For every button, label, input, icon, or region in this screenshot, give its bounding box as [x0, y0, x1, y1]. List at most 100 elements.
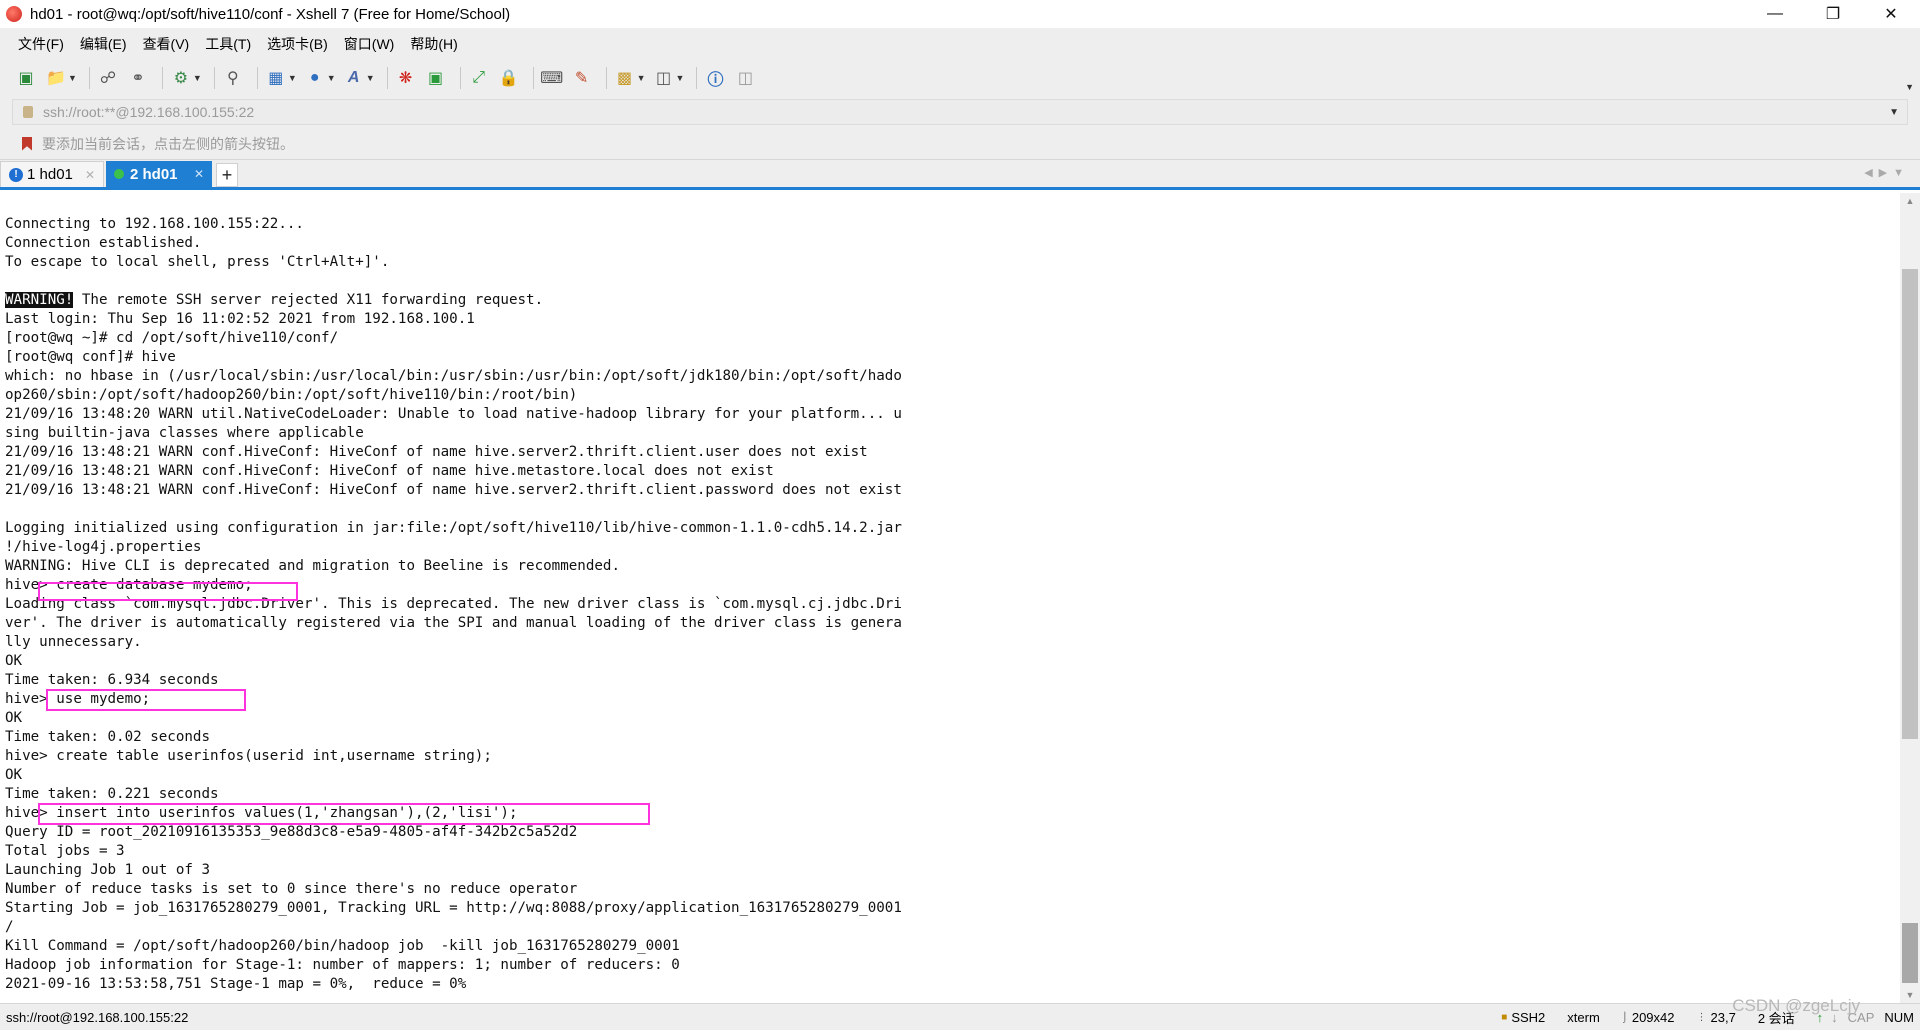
status-bar: ssh://root@192.168.100.155:22 ■ SSH2 xter… [0, 1003, 1920, 1030]
font-dropdown-icon[interactable]: ▼ [366, 73, 375, 83]
terminal-line: Last login: Thu Sep 16 11:02:52 2021 fro… [5, 311, 475, 327]
tab-name: hd01 [39, 166, 73, 183]
toolbar-divider [696, 67, 698, 89]
terminal-line: 21/09/16 13:48:21 WARN conf.HiveConf: Hi… [5, 444, 868, 460]
bookmark-icon[interactable] [22, 136, 32, 151]
status-cursor: ⋮ 23,7 [1697, 1010, 1736, 1025]
minimize-icon: — [1767, 5, 1783, 22]
disconnect-icon[interactable]: ⚭ [126, 66, 150, 90]
tab-hd01-2[interactable]: 2 hd01 ✕ [106, 161, 212, 187]
properties-icon[interactable]: ⚙ [169, 66, 193, 90]
terminal-line: sing builtin-java classes where applicab… [5, 425, 364, 441]
terminal-line: 21/09/16 13:48:21 WARN conf.HiveConf: Hi… [5, 463, 774, 479]
menu-edit[interactable]: 编辑(E) [72, 34, 135, 54]
tab-label: 2 hd01 [130, 166, 194, 183]
menu-help[interactable]: 帮助(H) [402, 34, 465, 54]
cursor-icon: ⋮ [1696, 1011, 1707, 1023]
toolbar-divider [532, 67, 534, 89]
highlight-use-mydemo [46, 689, 246, 711]
toolbar-divider [161, 67, 163, 89]
add-tab-dropdown-icon[interactable]: ▼ [637, 73, 646, 83]
layout-dropdown-icon[interactable]: ▼ [676, 73, 685, 83]
size-icon: ⌡ [1621, 1011, 1628, 1023]
menu-window[interactable]: 窗口(W) [336, 34, 403, 54]
terminal-line: Total jobs = 3 [5, 843, 125, 859]
help-icon[interactable]: ⓘ [703, 66, 727, 90]
chat-icon[interactable]: ◫ [733, 66, 757, 90]
warning-tag: WARNING! [5, 292, 74, 308]
fullscreen-icon[interactable]: ⤢ [467, 66, 491, 90]
terminal-line: op260/sbin:/opt/soft/hadoop260/bin:/opt/… [5, 387, 578, 403]
menu-tools[interactable]: 工具(T) [197, 34, 259, 54]
menu-view[interactable]: 查看(V) [135, 34, 198, 54]
toolbar: ▣ 📁 ▼ ☍ ⚭ ⚙ ▼ ⚲ ▦ ▼ ● ▼ A ▼ ❋ ▣ ⤢ 🔒 ⌨ ✎ … [0, 60, 1920, 96]
toolbar-divider [386, 67, 388, 89]
status-num: NUM [1884, 1009, 1914, 1025]
status-protocol: ■ SSH2 [1501, 1010, 1545, 1025]
highlight-insert-into [38, 803, 650, 825]
xshell-logo-icon [6, 6, 22, 22]
minimize-button[interactable]: — [1746, 0, 1804, 28]
terminal-line: Kill Command = /opt/soft/hadoop260/bin/h… [5, 938, 680, 954]
lock-icon [23, 106, 33, 118]
terminal-line: Launching Job 1 out of 3 [5, 862, 210, 878]
tab-number: 1 [27, 166, 36, 183]
new-session-icon[interactable]: ▣ [14, 66, 38, 90]
open-dropdown-icon[interactable]: ▼ [68, 73, 77, 83]
font-icon[interactable]: A [342, 66, 366, 90]
terminal-line: 21/09/16 13:48:20 WARN util.NativeCodeLo… [5, 406, 902, 422]
xshell-icon[interactable]: ❋ [394, 66, 418, 90]
restore-button[interactable]: ❐ [1804, 0, 1862, 28]
add-tab-icon[interactable]: ▩ [613, 66, 637, 90]
terminal-line: lly unnecessary. [5, 634, 142, 650]
scrollbar-thumb[interactable] [1902, 269, 1918, 739]
globe-dropdown-icon[interactable]: ▼ [327, 73, 336, 83]
terminal-line: WARNING: Hive CLI is deprecated and migr… [5, 558, 620, 574]
terminal-line: OK [5, 653, 23, 669]
transfer-dropdown-icon[interactable]: ▼ [288, 73, 297, 83]
scroll-up-icon[interactable]: ▲ [1900, 193, 1920, 209]
alert-icon: ! [9, 167, 23, 182]
toolbar-divider [605, 67, 607, 89]
close-button[interactable]: ✕ [1862, 0, 1920, 28]
tab-hd01-1[interactable]: ! 1 hd01 ✕ [0, 161, 104, 187]
address-value[interactable]: ssh://root:**@192.168.100.155:22 [43, 104, 1889, 120]
keyboard-icon[interactable]: ⌨ [540, 66, 564, 90]
terminal-line: 2021-09-16 13:53:58,751 Stage-1 map = 0%… [5, 976, 467, 992]
plus-icon: + [221, 164, 233, 185]
close-tab-icon[interactable]: ✕ [194, 167, 204, 181]
lock-icon[interactable]: 🔒 [497, 66, 521, 90]
protocol-lock-icon: ■ [1501, 1011, 1508, 1023]
address-dropdown-icon[interactable]: ▼ [1889, 107, 1899, 118]
tab-scroll-icons[interactable]: ◀▶▼ [1864, 166, 1910, 179]
close-tab-icon[interactable]: ✕ [85, 168, 95, 182]
toolbar-divider [88, 67, 90, 89]
connected-status-icon [114, 169, 124, 179]
terminal-line: ver'. The driver is automatically regist… [5, 615, 902, 631]
status-connection: ssh://root@192.168.100.155:22 [6, 1009, 189, 1025]
new-tab-button[interactable]: + [216, 163, 238, 187]
properties-dropdown-icon[interactable]: ▼ [193, 73, 202, 83]
toolbar-overflow-icon[interactable]: ▼ [1905, 82, 1914, 92]
xftp-icon[interactable]: ▣ [424, 66, 448, 90]
terminal-output[interactable]: Connecting to 192.168.100.155:22... Conne… [0, 193, 1900, 1003]
terminal-line: / [5, 919, 14, 935]
scroll-down-icon[interactable]: ▼ [1900, 987, 1920, 1003]
terminal-lines: Connecting to 192.168.100.155:22... Conne… [5, 215, 1900, 994]
transfer-icon[interactable]: ▦ [264, 66, 288, 90]
highlight-icon[interactable]: ✎ [570, 66, 594, 90]
terminal-scrollbar[interactable]: ▲ ▼ [1900, 193, 1920, 1003]
menu-tab[interactable]: 选项卡(B) [259, 34, 336, 54]
layout-icon[interactable]: ◫ [652, 66, 676, 90]
tab-bar: ! 1 hd01 ✕ 2 hd01 ✕ + ◀▶▼ [0, 160, 1920, 190]
terminal-line: which: no hbase in (/usr/local/sbin:/usr… [5, 368, 902, 384]
find-icon[interactable]: ⚲ [221, 66, 245, 90]
address-field[interactable]: ssh://root:**@192.168.100.155:22 ▼ [12, 99, 1908, 125]
connect-icon[interactable]: ☍ [96, 66, 120, 90]
terminal-line: [root@wq ~]# cd /opt/soft/hive110/conf/ [5, 330, 339, 346]
address-bar: ssh://root:**@192.168.100.155:22 ▼ [0, 96, 1920, 128]
menu-file[interactable]: 文件(F) [10, 34, 72, 54]
globe-icon[interactable]: ● [303, 66, 327, 90]
open-folder-icon[interactable]: 📁 [44, 66, 68, 90]
terminal-line: 21/09/16 13:48:21 WARN conf.HiveConf: Hi… [5, 482, 902, 498]
